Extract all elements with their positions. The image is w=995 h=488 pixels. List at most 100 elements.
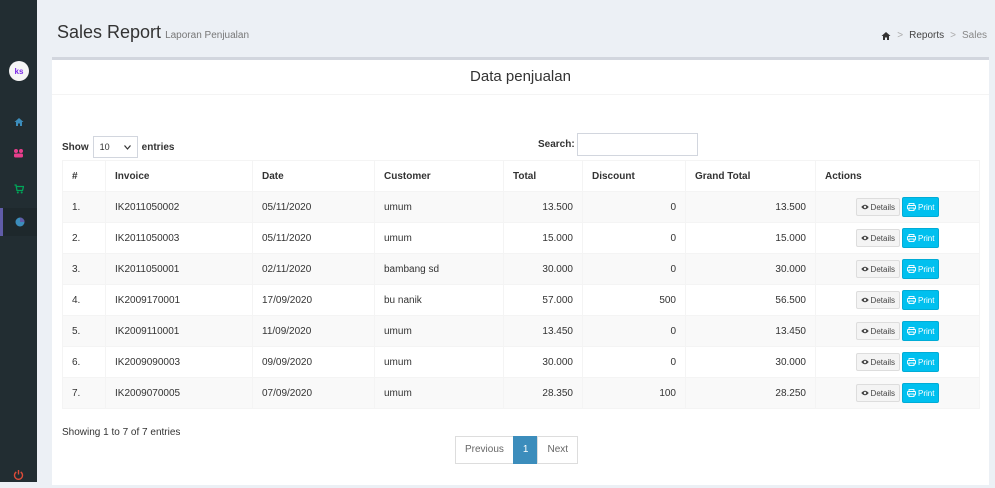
cell-number: 6.: [62, 346, 106, 378]
print-label: Print: [918, 264, 935, 274]
col-date[interactable]: Date: [252, 160, 375, 192]
col-total[interactable]: Total: [503, 160, 583, 192]
cell-actions: Details Print: [815, 284, 980, 316]
details-button[interactable]: Details: [855, 322, 900, 340]
cell-total: 30.000: [503, 346, 583, 378]
print-button[interactable]: Print: [902, 290, 940, 310]
details-button[interactable]: Details: [855, 229, 900, 247]
cell-total: 13.500: [503, 191, 583, 223]
entries-label: entries: [141, 141, 175, 153]
sidebar-item-cart[interactable]: [0, 175, 37, 203]
sidebar-item-home[interactable]: [0, 108, 37, 136]
cell-invoice: IK2009090003: [105, 346, 253, 378]
col-discount[interactable]: Discount: [582, 160, 686, 192]
cell-date: 11/09/2020: [252, 315, 375, 347]
print-icon: [907, 389, 916, 397]
cell-invoice: IK2009070005: [105, 377, 253, 409]
table-row: 2. IK2011050003 05/11/2020 umum 15.000 0…: [62, 222, 980, 254]
previous-button[interactable]: Previous: [455, 436, 514, 464]
cell-actions: Details Print: [815, 315, 980, 347]
print-icon: [907, 327, 916, 335]
details-button[interactable]: Details: [855, 384, 900, 402]
page-length-select[interactable]: 10: [92, 136, 138, 158]
print-button[interactable]: Print: [902, 259, 940, 279]
search-control: Search:: [538, 133, 698, 156]
sales-box: Data penjualan Show 10 entries Search: #…: [52, 57, 989, 485]
cell-discount: 0: [582, 315, 686, 347]
details-button[interactable]: Details: [855, 291, 900, 309]
app-logo-text: ks: [14, 66, 24, 76]
cell-date: 17/09/2020: [252, 284, 375, 316]
cell-number: 5.: [62, 315, 106, 347]
chevron-down-icon: [123, 144, 131, 150]
print-button[interactable]: Print: [902, 352, 940, 372]
cell-discount: 0: [582, 191, 686, 223]
home-icon[interactable]: [881, 31, 891, 41]
print-button[interactable]: Print: [902, 383, 940, 403]
sales-table: # Invoice Date Customer Total Discount G…: [62, 160, 980, 409]
col-grand-total[interactable]: Grand Total: [685, 160, 816, 192]
cell-grand-total: 15.000: [685, 222, 816, 254]
eye-icon: [860, 297, 869, 303]
print-button[interactable]: Print: [902, 197, 940, 217]
cell-date: 05/11/2020: [252, 191, 375, 223]
power-icon: [13, 469, 24, 480]
eye-icon: [860, 266, 869, 272]
cell-customer: bu nanik: [374, 284, 504, 316]
sidebar-item-users[interactable]: [0, 139, 37, 167]
print-label: Print: [918, 233, 935, 243]
sidebar-item-reports[interactable]: [0, 208, 37, 236]
cell-customer: umum: [374, 346, 504, 378]
table-row: 7. IK2009070005 07/09/2020 umum 28.350 1…: [62, 377, 980, 409]
print-label: Print: [918, 326, 935, 336]
page-subtitle: Laporan Penjualan: [165, 30, 250, 41]
page-1-button[interactable]: 1: [512, 436, 539, 464]
details-label: Details: [870, 388, 895, 398]
cell-discount: 0: [582, 253, 686, 285]
cell-actions: Details Print: [815, 253, 980, 285]
content-header: Sales Report Laporan Penjualan > Reports …: [37, 10, 995, 56]
col-invoice[interactable]: Invoice: [105, 160, 253, 192]
cell-number: 2.: [62, 222, 106, 254]
table-row: 6. IK2009090003 09/09/2020 umum 30.000 0…: [62, 346, 980, 378]
cell-grand-total: 30.000: [685, 253, 816, 285]
home-icon: [14, 118, 23, 126]
cell-total: 15.000: [503, 222, 583, 254]
table-row: 3. IK2011050001 02/11/2020 bambang sd 30…: [62, 253, 980, 285]
next-button[interactable]: Next: [537, 436, 579, 464]
col-number[interactable]: #: [62, 160, 106, 192]
cell-discount: 500: [582, 284, 686, 316]
cell-discount: 0: [582, 346, 686, 378]
logout-button[interactable]: [0, 460, 37, 488]
cart-icon: [14, 184, 24, 194]
app-logo[interactable]: ks: [9, 61, 29, 81]
cell-grand-total: 30.000: [685, 346, 816, 378]
search-label: Search:: [538, 139, 575, 150]
details-button[interactable]: Details: [855, 260, 900, 278]
col-customer[interactable]: Customer: [374, 160, 504, 192]
breadcrumb-reports[interactable]: Reports: [909, 30, 944, 41]
cell-date: 09/09/2020: [252, 346, 375, 378]
print-label: Print: [918, 202, 935, 212]
details-button[interactable]: Details: [855, 198, 900, 216]
print-icon: [907, 265, 916, 273]
cell-actions: Details Print: [815, 222, 980, 254]
cell-number: 4.: [62, 284, 106, 316]
breadcrumb-sales: Sales: [961, 30, 987, 41]
cell-discount: 100: [582, 377, 686, 409]
print-button[interactable]: Print: [902, 228, 940, 248]
print-button[interactable]: Print: [902, 321, 940, 341]
cell-total: 28.350: [503, 377, 583, 409]
cell-grand-total: 13.500: [685, 191, 816, 223]
sidebar: ks: [0, 0, 37, 482]
cell-invoice: IK2009110001: [105, 315, 253, 347]
table-row: 5. IK2009110001 11/09/2020 umum 13.450 0…: [62, 315, 980, 347]
details-button[interactable]: Details: [855, 353, 900, 371]
search-input[interactable]: [576, 133, 698, 156]
eye-icon: [860, 390, 869, 396]
breadcrumb-separator: >: [897, 30, 904, 41]
users-icon: [14, 149, 23, 158]
page-length-value: 10: [99, 142, 110, 152]
print-icon: [907, 296, 916, 304]
table-header-row: # Invoice Date Customer Total Discount G…: [62, 160, 980, 192]
